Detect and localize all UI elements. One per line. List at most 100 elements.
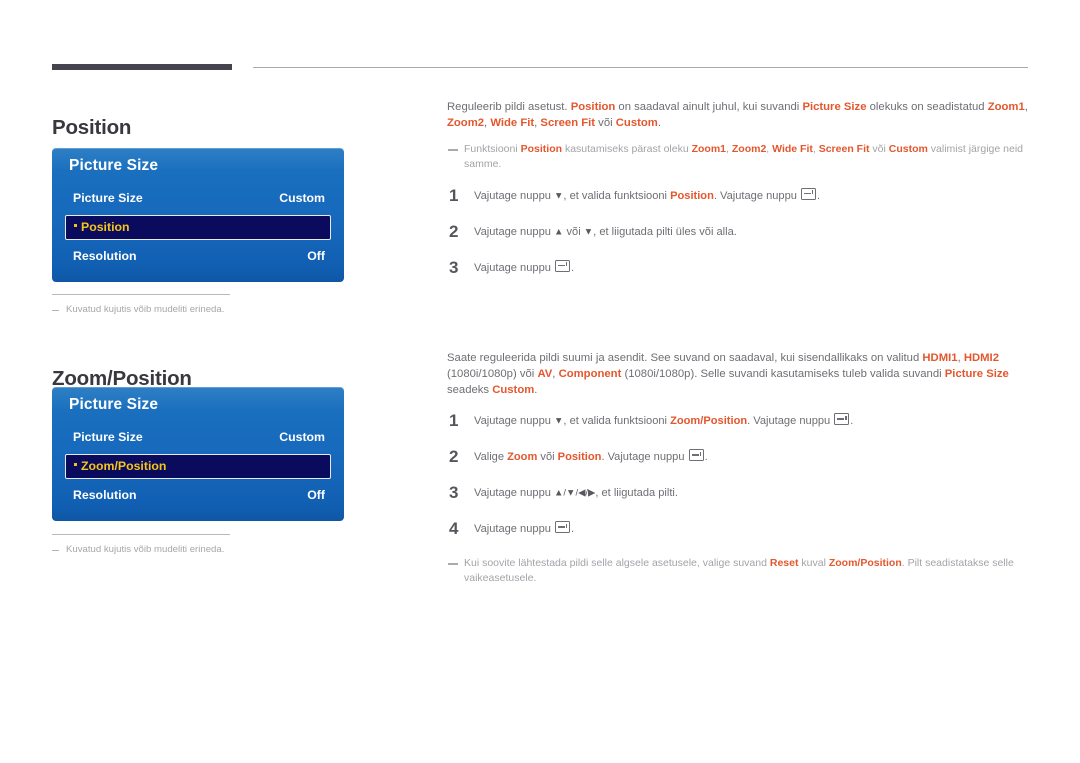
caption-text-wrap: Kuvatud kujutis võib mudeliti erineda. (52, 304, 352, 316)
step-text: Vajutage nuppu ▼, et valida funktsiooni … (474, 413, 854, 428)
step-text: Vajutage nuppu . (474, 521, 575, 536)
caption-text-wrap: Kuvatud kujutis võib mudeliti erineda. (52, 544, 352, 556)
step-number: 1 (449, 411, 459, 431)
osd-row-label: Position (81, 219, 130, 234)
caption-dash-icon (52, 550, 59, 551)
direction-arrow-icon: ▲/▼/◀/▶ (554, 487, 596, 499)
intro-paragraph: Saate reguleerida pildi suumi ja asendit… (447, 352, 1009, 397)
osd-panel-zoom-position: Picture Size Picture Size Custom Zoom/Po… (52, 387, 344, 521)
accent-term: Wide Fit (490, 117, 535, 130)
step-number: 3 (449, 257, 459, 277)
selection-bullet-icon (74, 224, 77, 227)
step-number: 2 (449, 447, 459, 467)
accent-term: HDMI1 (922, 352, 958, 364)
accent-term: Component (558, 368, 622, 381)
step-text: Vajutage nuppu . (474, 259, 575, 274)
direction-arrow-icon: ▼ (554, 190, 564, 201)
step-item: 1 Vajutage nuppu ▼, et valida funktsiooni… (447, 185, 1030, 212)
selection-bullet-icon (74, 463, 77, 466)
osd-row-value: Off (307, 488, 325, 502)
accent-term: Zoom2 (447, 117, 485, 130)
note-dash-icon (448, 563, 458, 565)
caption-divider (52, 294, 230, 295)
section-body-zoom-position: Saate reguleerida pildi suumi ja asendit… (447, 350, 1030, 587)
osd-row-selected-zoom-position[interactable]: Zoom/Position (65, 454, 331, 479)
accent-term: Position (557, 451, 602, 464)
accent-term: Custom (888, 143, 928, 156)
step-item: 3 Vajutage nuppu ▲/▼/◀/▶, et liigutada pi… (447, 483, 1030, 509)
accent-term: Position (520, 143, 563, 156)
osd-panel-position: Picture Size Picture Size Custom Positio… (52, 148, 344, 282)
enter-key-icon (834, 413, 850, 426)
section-heading-position: Position (52, 116, 132, 139)
direction-arrow-icon: ▼ (583, 226, 594, 237)
accent-term: Screen Fit (818, 143, 870, 156)
rule-accent-bar (52, 64, 232, 70)
direction-arrow-icon: ▲ (554, 226, 564, 237)
accent-term: Zoom/Position (828, 557, 902, 570)
accent-term: Custom (615, 117, 658, 130)
accent-term: Zoom (507, 451, 538, 464)
osd-row-value: Off (307, 249, 325, 263)
step-list: 1 Vajutage nuppu ▼, et valida funktsiooni… (447, 185, 1030, 284)
accent-term: Position (570, 101, 616, 113)
osd-row-picture-size[interactable]: Picture Size Custom (67, 188, 329, 210)
caption-dash-icon (52, 310, 59, 311)
step-list: 1 Vajutage nuppu ▼, et valida funktsiooni… (447, 411, 1030, 545)
footnote-text: Kui soovite lähtestada pildi selle algse… (464, 557, 1014, 585)
manual-page: Position Picture Size Picture Size Custo… (0, 0, 1080, 763)
accent-term: HDMI2 (963, 352, 999, 364)
enter-key-icon (801, 187, 817, 200)
intro-paragraph: Reguleerib pildi asetust. Position on sa… (447, 101, 1028, 130)
step-number: 4 (449, 519, 459, 539)
osd-row-picture-size[interactable]: Picture Size Custom (67, 427, 329, 449)
step-item: 2 Valige Zoom või Position. Vajutage nupp… (447, 447, 1030, 473)
accent-term: Wide Fit (772, 143, 813, 156)
accent-term: Screen Fit (540, 117, 596, 130)
enter-key-icon (555, 521, 570, 534)
osd-title: Picture Size (69, 157, 159, 174)
note-text: Funktsiooni Position kasutamiseks pärast… (464, 143, 1023, 171)
accent-term: Picture Size (944, 368, 1009, 381)
accent-term: Custom (492, 384, 535, 397)
step-item: 4 Vajutage nuppu . (447, 519, 1030, 545)
figure-caption-position: Kuvatud kujutis võib mudeliti erineda. (52, 294, 352, 316)
osd-row-label: Zoom/Position (81, 458, 167, 473)
caption-label: Kuvatud kujutis võib mudeliti erineda. (66, 304, 225, 315)
osd-row-resolution[interactable]: Resolution Off (67, 485, 329, 507)
osd-row-label: Picture Size (73, 191, 143, 205)
section-body-position: Reguleerib pildi asetust. Position on sa… (447, 99, 1030, 295)
step-text: Vajutage nuppu ▼, et valida funktsiooni … (474, 187, 821, 202)
step-item: 2 Vajutage nuppu ▲ või ▼, et liigutada pi… (447, 222, 1030, 248)
osd-row-label: Resolution (73, 249, 137, 263)
accent-term: AV (537, 368, 553, 381)
page-top-rule (52, 64, 1028, 72)
direction-arrow-icon: ▼ (554, 415, 564, 427)
accent-term: Picture Size (802, 101, 867, 113)
caption-divider (52, 534, 230, 535)
accent-term: Zoom1 (691, 143, 727, 156)
figure-caption-zoom-position: Kuvatud kujutis võib mudeliti erineda. (52, 534, 352, 556)
step-number: 1 (449, 185, 459, 205)
step-text: Vajutage nuppu ▲/▼/◀/▶, et liigutada pil… (474, 487, 678, 500)
step-text: Vajutage nuppu ▲ või ▼, et liigutada pil… (474, 225, 737, 238)
caption-label: Kuvatud kujutis võib mudeliti erineda. (66, 544, 225, 555)
step-item: 1 Vajutage nuppu ▼, et valida funktsiooni… (447, 411, 1030, 437)
accent-term: Zoom1 (987, 101, 1025, 113)
step-number: 3 (449, 483, 459, 503)
step-text: Valige Zoom või Position. Vajutage nuppu… (474, 449, 708, 464)
osd-row-label: Resolution (73, 488, 137, 502)
enter-key-icon (688, 449, 704, 462)
accent-term: Zoom/Position (670, 415, 748, 428)
accent-term: Reset (769, 557, 799, 570)
osd-row-value: Custom (279, 430, 325, 444)
osd-row-selected-position[interactable]: Position (65, 215, 331, 240)
osd-row-value: Custom (279, 191, 325, 205)
osd-title: Picture Size (69, 396, 159, 413)
osd-row-resolution[interactable]: Resolution Off (67, 246, 329, 268)
osd-row-label: Picture Size (73, 430, 143, 444)
accent-term: Position (670, 189, 714, 202)
note-dash-icon (448, 149, 458, 151)
footnote-block: Kui soovite lähtestada pildi selle algse… (447, 556, 1030, 586)
note-block: Funktsiooni Position kasutamiseks pärast… (447, 142, 1030, 172)
